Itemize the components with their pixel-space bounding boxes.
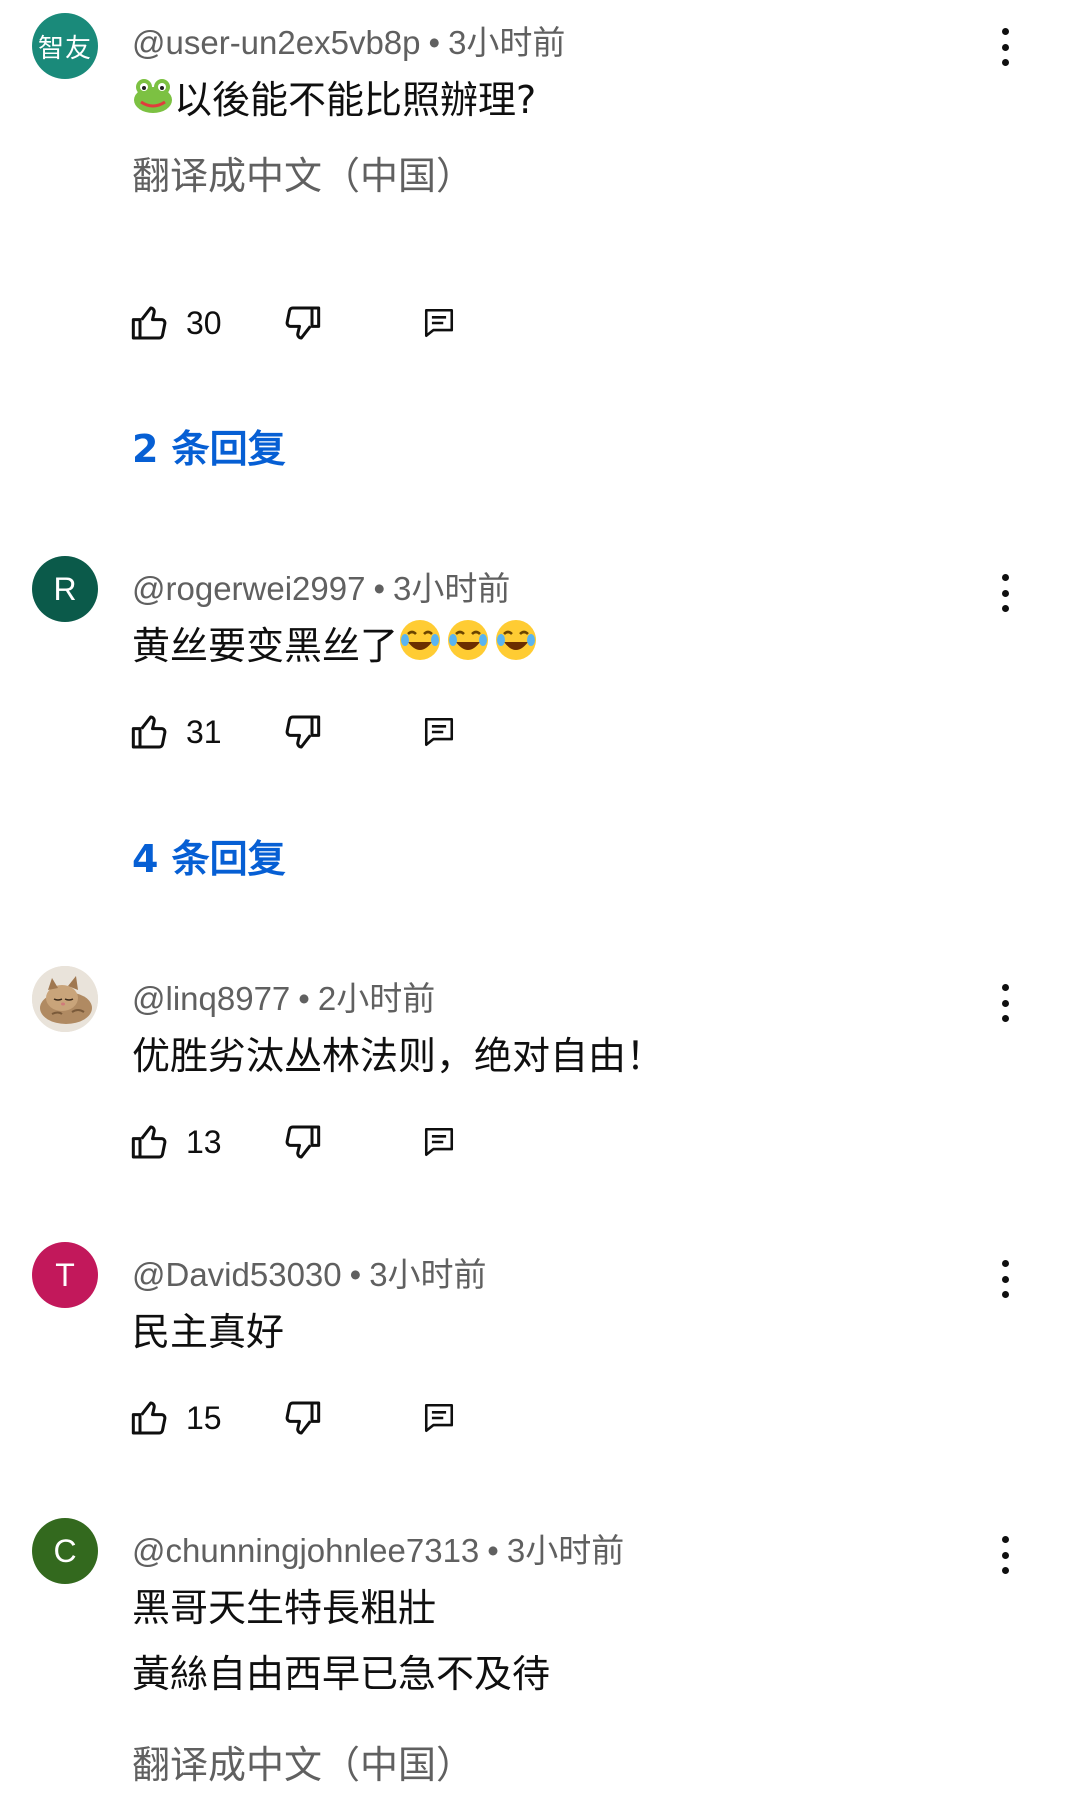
- tears-of-joy-emoji-icon: [398, 616, 542, 682]
- comment-reply-icon: [424, 1127, 454, 1157]
- avatar[interactable]: 智友: [32, 13, 98, 79]
- comment-meta: @rogerwei2997 • 3小时前: [132, 562, 510, 610]
- comment-actions: 13: [130, 1117, 530, 1167]
- comment-actions: 31: [130, 707, 530, 757]
- timestamp: 3小时前: [506, 1532, 625, 1569]
- like-button[interactable]: 31: [130, 707, 222, 757]
- timestamp: 3小时前: [369, 1256, 487, 1293]
- thumb-down-icon: [285, 1125, 321, 1159]
- timestamp: 2小时前: [317, 980, 436, 1017]
- thumb-down-icon: [285, 306, 321, 340]
- comment-actions: 30: [130, 298, 530, 348]
- more-options-button[interactable]: [990, 978, 1020, 1028]
- comment-text-line: 民主真好: [132, 1310, 285, 1354]
- dislike-button[interactable]: [282, 1117, 322, 1167]
- avatar[interactable]: [32, 966, 98, 1032]
- comment-text-line: 黄丝要变黑丝了: [132, 624, 399, 668]
- comment-text: 黄丝要变黑丝了: [132, 613, 542, 682]
- comment-text: 民主真好: [132, 1299, 284, 1365]
- author-handle[interactable]: @David53030: [132, 1256, 342, 1293]
- comment-text-line: 黃絲自由西早已急不及待: [132, 1652, 551, 1696]
- dislike-button[interactable]: [282, 298, 322, 348]
- separator-dot: •: [349, 1256, 362, 1293]
- author-handle[interactable]: @user-un2ex5vb8p: [132, 24, 421, 61]
- thumb-up-icon: [131, 1125, 167, 1159]
- comment-text: 黑哥天生特長粗壯 黃絲自由西早已急不及待: [132, 1575, 550, 1707]
- reply-button[interactable]: [422, 1393, 456, 1443]
- kitten-avatar-image: [32, 966, 98, 1032]
- avatar[interactable]: T: [32, 1242, 98, 1308]
- comment-text: 优胜劣汰丛林法则，绝对自由！: [132, 1023, 664, 1089]
- comment-actions: 15: [130, 1393, 530, 1443]
- comment-reply-icon: [424, 308, 454, 338]
- dislike-button[interactable]: [282, 707, 322, 757]
- comment-reply-icon: [424, 717, 454, 747]
- separator-dot: •: [373, 570, 386, 607]
- comment-text-line: 优胜劣汰丛林法则，绝对自由！: [132, 1034, 665, 1078]
- more-options-button[interactable]: [990, 22, 1020, 72]
- view-replies-link[interactable]: 2 条回复: [132, 418, 286, 473]
- author-handle[interactable]: @rogerwei2997: [132, 570, 365, 607]
- like-button[interactable]: 30: [130, 298, 222, 348]
- thumb-up-icon: [131, 306, 167, 340]
- comment-text: 以後能不能比照辦理?: [132, 67, 536, 136]
- translate-link[interactable]: 翻译成中文（中国）: [132, 1734, 474, 1789]
- like-count: 15: [186, 1399, 222, 1436]
- comment-meta: @user-un2ex5vb8p • 3小时前: [132, 16, 565, 64]
- like-count: 30: [186, 304, 222, 341]
- separator-dot: •: [428, 24, 441, 61]
- like-button[interactable]: 15: [130, 1393, 222, 1443]
- separator-dot: •: [487, 1532, 499, 1569]
- comment-meta: @chunningjohnlee7313 • 3小时前: [132, 1524, 624, 1572]
- translate-link[interactable]: 翻译成中文（中国）: [132, 145, 474, 200]
- reply-button[interactable]: [422, 1117, 456, 1167]
- separator-dot: •: [298, 980, 310, 1017]
- author-handle[interactable]: @chunningjohnlee7313: [132, 1532, 479, 1569]
- timestamp: 3小时前: [393, 570, 511, 607]
- dislike-button[interactable]: [282, 1393, 322, 1443]
- thumb-down-icon: [285, 1401, 321, 1435]
- more-options-button[interactable]: [990, 1530, 1020, 1580]
- thumb-up-icon: [131, 715, 167, 749]
- thumb-down-icon: [285, 715, 321, 749]
- more-options-button[interactable]: [990, 1254, 1020, 1304]
- like-count: 31: [186, 713, 222, 750]
- comment-text-line: 以後能不能比照辦理?: [174, 78, 537, 122]
- reply-button[interactable]: [422, 707, 456, 757]
- author-handle[interactable]: @linq8977: [132, 980, 290, 1017]
- avatar[interactable]: R: [32, 556, 98, 622]
- comment-meta: @linq8977 • 2小时前: [132, 972, 435, 1020]
- avatar[interactable]: C: [32, 1518, 98, 1584]
- timestamp: 3小时前: [448, 24, 566, 61]
- reply-button[interactable]: [422, 298, 456, 348]
- comment-reply-icon: [424, 1403, 454, 1433]
- thumb-up-icon: [131, 1401, 167, 1435]
- like-count: 13: [186, 1123, 222, 1160]
- comment-meta: @David53030 • 3小时前: [132, 1248, 487, 1296]
- like-button[interactable]: 13: [130, 1117, 222, 1167]
- more-options-button[interactable]: [990, 568, 1020, 618]
- view-replies-link[interactable]: 4 条回复: [132, 828, 286, 883]
- frog-emoji-icon: [132, 70, 174, 136]
- comment-text-line: 黑哥天生特長粗壯: [132, 1586, 437, 1630]
